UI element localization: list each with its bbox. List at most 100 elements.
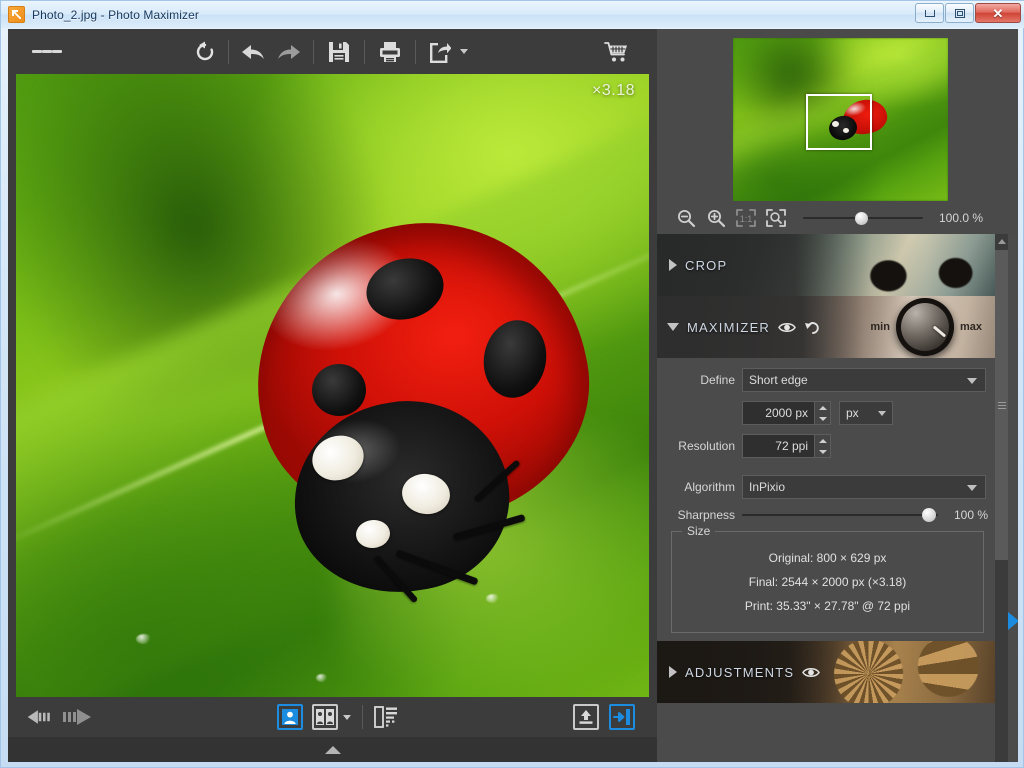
- zoom-out-icon: [678, 209, 696, 227]
- hamburger-menu-icon[interactable]: [32, 35, 62, 69]
- zoom-slider-thumb[interactable]: [855, 211, 868, 225]
- triangle-right-icon: [669, 259, 677, 271]
- reset-icon[interactable]: [804, 320, 821, 335]
- cart-button[interactable]: [597, 35, 637, 69]
- algorithm-label: Algorithm: [684, 480, 735, 494]
- spinner-down-icon[interactable]: [815, 446, 830, 457]
- single-view-button[interactable]: [276, 704, 303, 730]
- right-panel: 1:1 100.0 % CROP MAXIMIZER min max Defin…: [657, 29, 1018, 762]
- section-maximizer-header[interactable]: MAXIMIZER min max: [657, 296, 1002, 358]
- export-button[interactable]: [609, 704, 635, 730]
- size-final: Final: 2544 × 2000 px (×3.18): [748, 575, 907, 589]
- maximizer-knob-group: min max: [870, 296, 1002, 358]
- svg-text:1:1: 1:1: [740, 214, 753, 224]
- sharpness-value: 100 %: [953, 508, 988, 522]
- print-button[interactable]: [371, 35, 409, 69]
- sections-scroll-region: CROP MAXIMIZER min max Define Short edge…: [657, 234, 1018, 762]
- navigator-toolbar: 1:1 100.0 %: [657, 201, 1018, 234]
- editor-area: ×3.18: [8, 29, 657, 762]
- redo-button[interactable]: [271, 35, 307, 69]
- zoom-out-button[interactable]: [671, 201, 701, 235]
- window-controls: ✕: [914, 3, 1021, 23]
- panel-collapse-handle[interactable]: [1008, 612, 1018, 630]
- expand-filmstrip-icon[interactable]: [324, 745, 341, 754]
- target-size-spinner[interactable]: [814, 401, 831, 425]
- resolution-row: Resolution 72 ppi: [657, 434, 1002, 458]
- zoom-level-badge: ×3.18: [592, 82, 635, 99]
- photo-dew-drop: [316, 674, 328, 682]
- share-button[interactable]: [422, 35, 456, 69]
- resolution-stepper[interactable]: 72 ppi: [742, 434, 831, 458]
- eye-preview-icon[interactable]: [778, 321, 796, 334]
- fit-to-screen-icon: [766, 208, 786, 227]
- compare-view-button[interactable]: [311, 704, 338, 730]
- actual-size-button[interactable]: 1:1: [731, 201, 761, 235]
- unit-select[interactable]: px: [839, 401, 893, 425]
- resolution-spinner[interactable]: [814, 434, 831, 458]
- toolbar-separator: [312, 39, 314, 64]
- triangle-right-icon: [669, 666, 677, 678]
- sharpness-label: Sharpness: [677, 508, 735, 522]
- chevron-down-icon: [967, 378, 977, 384]
- spinner-up-icon[interactable]: [815, 435, 830, 446]
- scrollbar-up-arrow[interactable]: [995, 234, 1008, 249]
- filmstrip-toggle-button[interactable]: [369, 700, 403, 734]
- section-maximizer-label: MAXIMIZER: [687, 319, 771, 335]
- resolution-input[interactable]: 72 ppi: [742, 434, 814, 458]
- define-select[interactable]: Short edge: [742, 368, 986, 392]
- size-info-group: Size Original: 800 × 629 px Final: 2544 …: [671, 524, 984, 633]
- undo-button[interactable]: [235, 35, 271, 69]
- toolbar-separator: [361, 705, 363, 729]
- zoom-slider[interactable]: [803, 211, 923, 225]
- algorithm-select[interactable]: InPixio: [742, 475, 986, 499]
- maximizer-panel-body: Define Short edge 2000 px px Resolution …: [657, 358, 1002, 641]
- define-label: Define: [700, 373, 735, 387]
- reset-button[interactable]: [188, 35, 222, 69]
- define-row: Define Short edge: [657, 368, 1002, 392]
- triangle-down-icon: [667, 323, 679, 331]
- minimize-button[interactable]: [915, 3, 944, 23]
- spinner-up-icon[interactable]: [815, 402, 830, 413]
- target-size-row: 2000 px px: [657, 401, 1002, 425]
- minimize-icon: [924, 9, 935, 17]
- compare-dropdown-button[interactable]: [338, 700, 356, 734]
- spinner-down-icon[interactable]: [815, 413, 830, 424]
- status-bar: [8, 737, 657, 762]
- navigator-viewport-rect[interactable]: [806, 94, 872, 150]
- next-arrow-icon: [63, 709, 91, 725]
- share-export-icon: [429, 42, 451, 63]
- previous-image-button[interactable]: [26, 706, 60, 728]
- zoom-in-button[interactable]: [701, 201, 731, 235]
- maximize-button[interactable]: [945, 3, 974, 23]
- ladybug-spot: [312, 364, 366, 416]
- zoom-percent-label: 100.0 %: [939, 210, 984, 225]
- eye-preview-icon[interactable]: [802, 666, 821, 679]
- upload-button[interactable]: [573, 704, 599, 730]
- close-button[interactable]: ✕: [975, 3, 1021, 23]
- target-size-stepper[interactable]: 2000 px: [742, 401, 831, 425]
- chevron-down-icon: [967, 485, 977, 491]
- single-image-view-icon: [281, 709, 298, 725]
- sharpness-slider[interactable]: [742, 508, 938, 522]
- navigator-thumbnail[interactable]: [733, 38, 948, 201]
- sharpness-slider-thumb[interactable]: [922, 508, 936, 522]
- maximizer-knob[interactable]: [895, 298, 954, 356]
- save-button[interactable]: [320, 35, 358, 69]
- section-crop-header[interactable]: CROP: [657, 234, 1002, 296]
- compare-view-icon: [315, 709, 334, 725]
- target-size-input[interactable]: 2000 px: [742, 401, 814, 425]
- share-dropdown-button[interactable]: [456, 35, 472, 69]
- export-icon: [613, 709, 630, 725]
- application-window: Photo_2.jpg - Photo Maximizer ✕ ×3.18 1:…: [0, 0, 1024, 768]
- fit-to-screen-button[interactable]: [761, 201, 791, 235]
- next-image-button[interactable]: [60, 706, 106, 728]
- sharpness-slider-track: [742, 514, 938, 516]
- toolbar-separator: [414, 39, 416, 64]
- undo-icon: [241, 44, 264, 59]
- algorithm-row: Algorithm InPixio: [657, 475, 1002, 499]
- filmstrip-toggle-icon: [373, 706, 397, 728]
- redo-icon: [277, 44, 300, 59]
- image-canvas[interactable]: ×3.18: [16, 74, 649, 732]
- toolbar-separator: [363, 39, 365, 64]
- section-adjustments-header[interactable]: ADJUSTMENTS: [657, 641, 1002, 703]
